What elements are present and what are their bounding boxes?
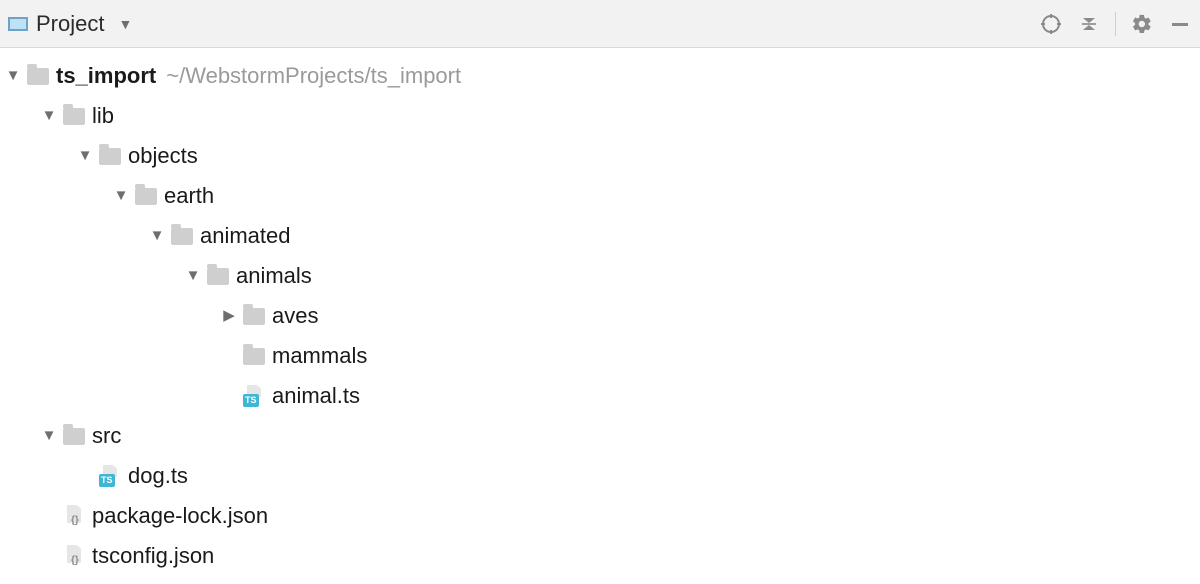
tree-label: mammals	[272, 340, 367, 372]
view-switcher[interactable]: Project ▼	[8, 11, 132, 37]
folder-icon	[132, 188, 160, 205]
tree-folder-aves[interactable]: ▶ aves	[0, 296, 1200, 336]
tree-file-package-lock[interactable]: ▶ package-lock.json	[0, 496, 1200, 536]
tree-folder-mammals[interactable]: ▶ mammals	[0, 336, 1200, 376]
folder-icon	[204, 268, 232, 285]
tree-folder-earth[interactable]: ▼ earth	[0, 176, 1200, 216]
json-file-icon	[60, 545, 88, 567]
gear-icon[interactable]	[1130, 12, 1154, 36]
folder-icon	[168, 228, 196, 245]
tree-label: ts_import	[56, 60, 156, 92]
chevron-down-icon: ▼	[118, 16, 132, 32]
tree-folder-src[interactable]: ▼ src	[0, 416, 1200, 456]
tree-folder-lib[interactable]: ▼ lib	[0, 96, 1200, 136]
tree-label: aves	[272, 300, 318, 332]
ts-file-icon	[96, 465, 124, 487]
tree-label: objects	[128, 140, 198, 172]
chevron-down-icon[interactable]: ▼	[38, 105, 60, 127]
tree-file-dog-ts[interactable]: ▶ dog.ts	[0, 456, 1200, 496]
toolbar-separator	[1115, 12, 1116, 36]
tree-folder-animated[interactable]: ▼ animated	[0, 216, 1200, 256]
folder-icon	[60, 428, 88, 445]
project-tree: ▼ ts_import ~/WebstormProjects/ts_import…	[0, 48, 1200, 584]
folder-icon	[24, 68, 52, 85]
project-toolbar: Project ▼	[0, 0, 1200, 48]
chevron-down-icon[interactable]: ▼	[182, 265, 204, 287]
view-label: Project	[36, 11, 104, 37]
tree-label: earth	[164, 180, 214, 212]
tree-label: tsconfig.json	[92, 540, 214, 572]
collapse-all-icon[interactable]	[1077, 12, 1101, 36]
tree-label: animal.ts	[272, 380, 360, 412]
folder-icon	[240, 308, 268, 325]
tree-folder-objects[interactable]: ▼ objects	[0, 136, 1200, 176]
tree-label: lib	[92, 100, 114, 132]
tree-label: package-lock.json	[92, 500, 268, 532]
tree-folder-animals[interactable]: ▼ animals	[0, 256, 1200, 296]
chevron-down-icon[interactable]: ▼	[146, 225, 168, 247]
tree-label: src	[92, 420, 121, 452]
tree-root[interactable]: ▼ ts_import ~/WebstormProjects/ts_import	[0, 56, 1200, 96]
tree-file-tsconfig[interactable]: ▶ tsconfig.json	[0, 536, 1200, 576]
tree-label: animated	[200, 220, 291, 252]
ts-file-icon	[240, 385, 268, 407]
tree-path: ~/WebstormProjects/ts_import	[166, 60, 461, 92]
tree-label: dog.ts	[128, 460, 188, 492]
chevron-down-icon[interactable]: ▼	[74, 145, 96, 167]
chevron-down-icon[interactable]: ▼	[2, 65, 24, 87]
json-file-icon	[60, 505, 88, 527]
chevron-down-icon[interactable]: ▼	[38, 425, 60, 447]
tree-label: animals	[236, 260, 312, 292]
minimize-icon[interactable]	[1168, 12, 1192, 36]
locate-icon[interactable]	[1039, 12, 1063, 36]
chevron-down-icon[interactable]: ▼	[110, 185, 132, 207]
folder-icon	[96, 148, 124, 165]
folder-icon	[240, 348, 268, 365]
chevron-right-icon[interactable]: ▶	[218, 305, 240, 327]
tree-file-animal-ts[interactable]: ▶ animal.ts	[0, 376, 1200, 416]
folder-icon	[60, 108, 88, 125]
project-view-icon	[8, 17, 28, 31]
